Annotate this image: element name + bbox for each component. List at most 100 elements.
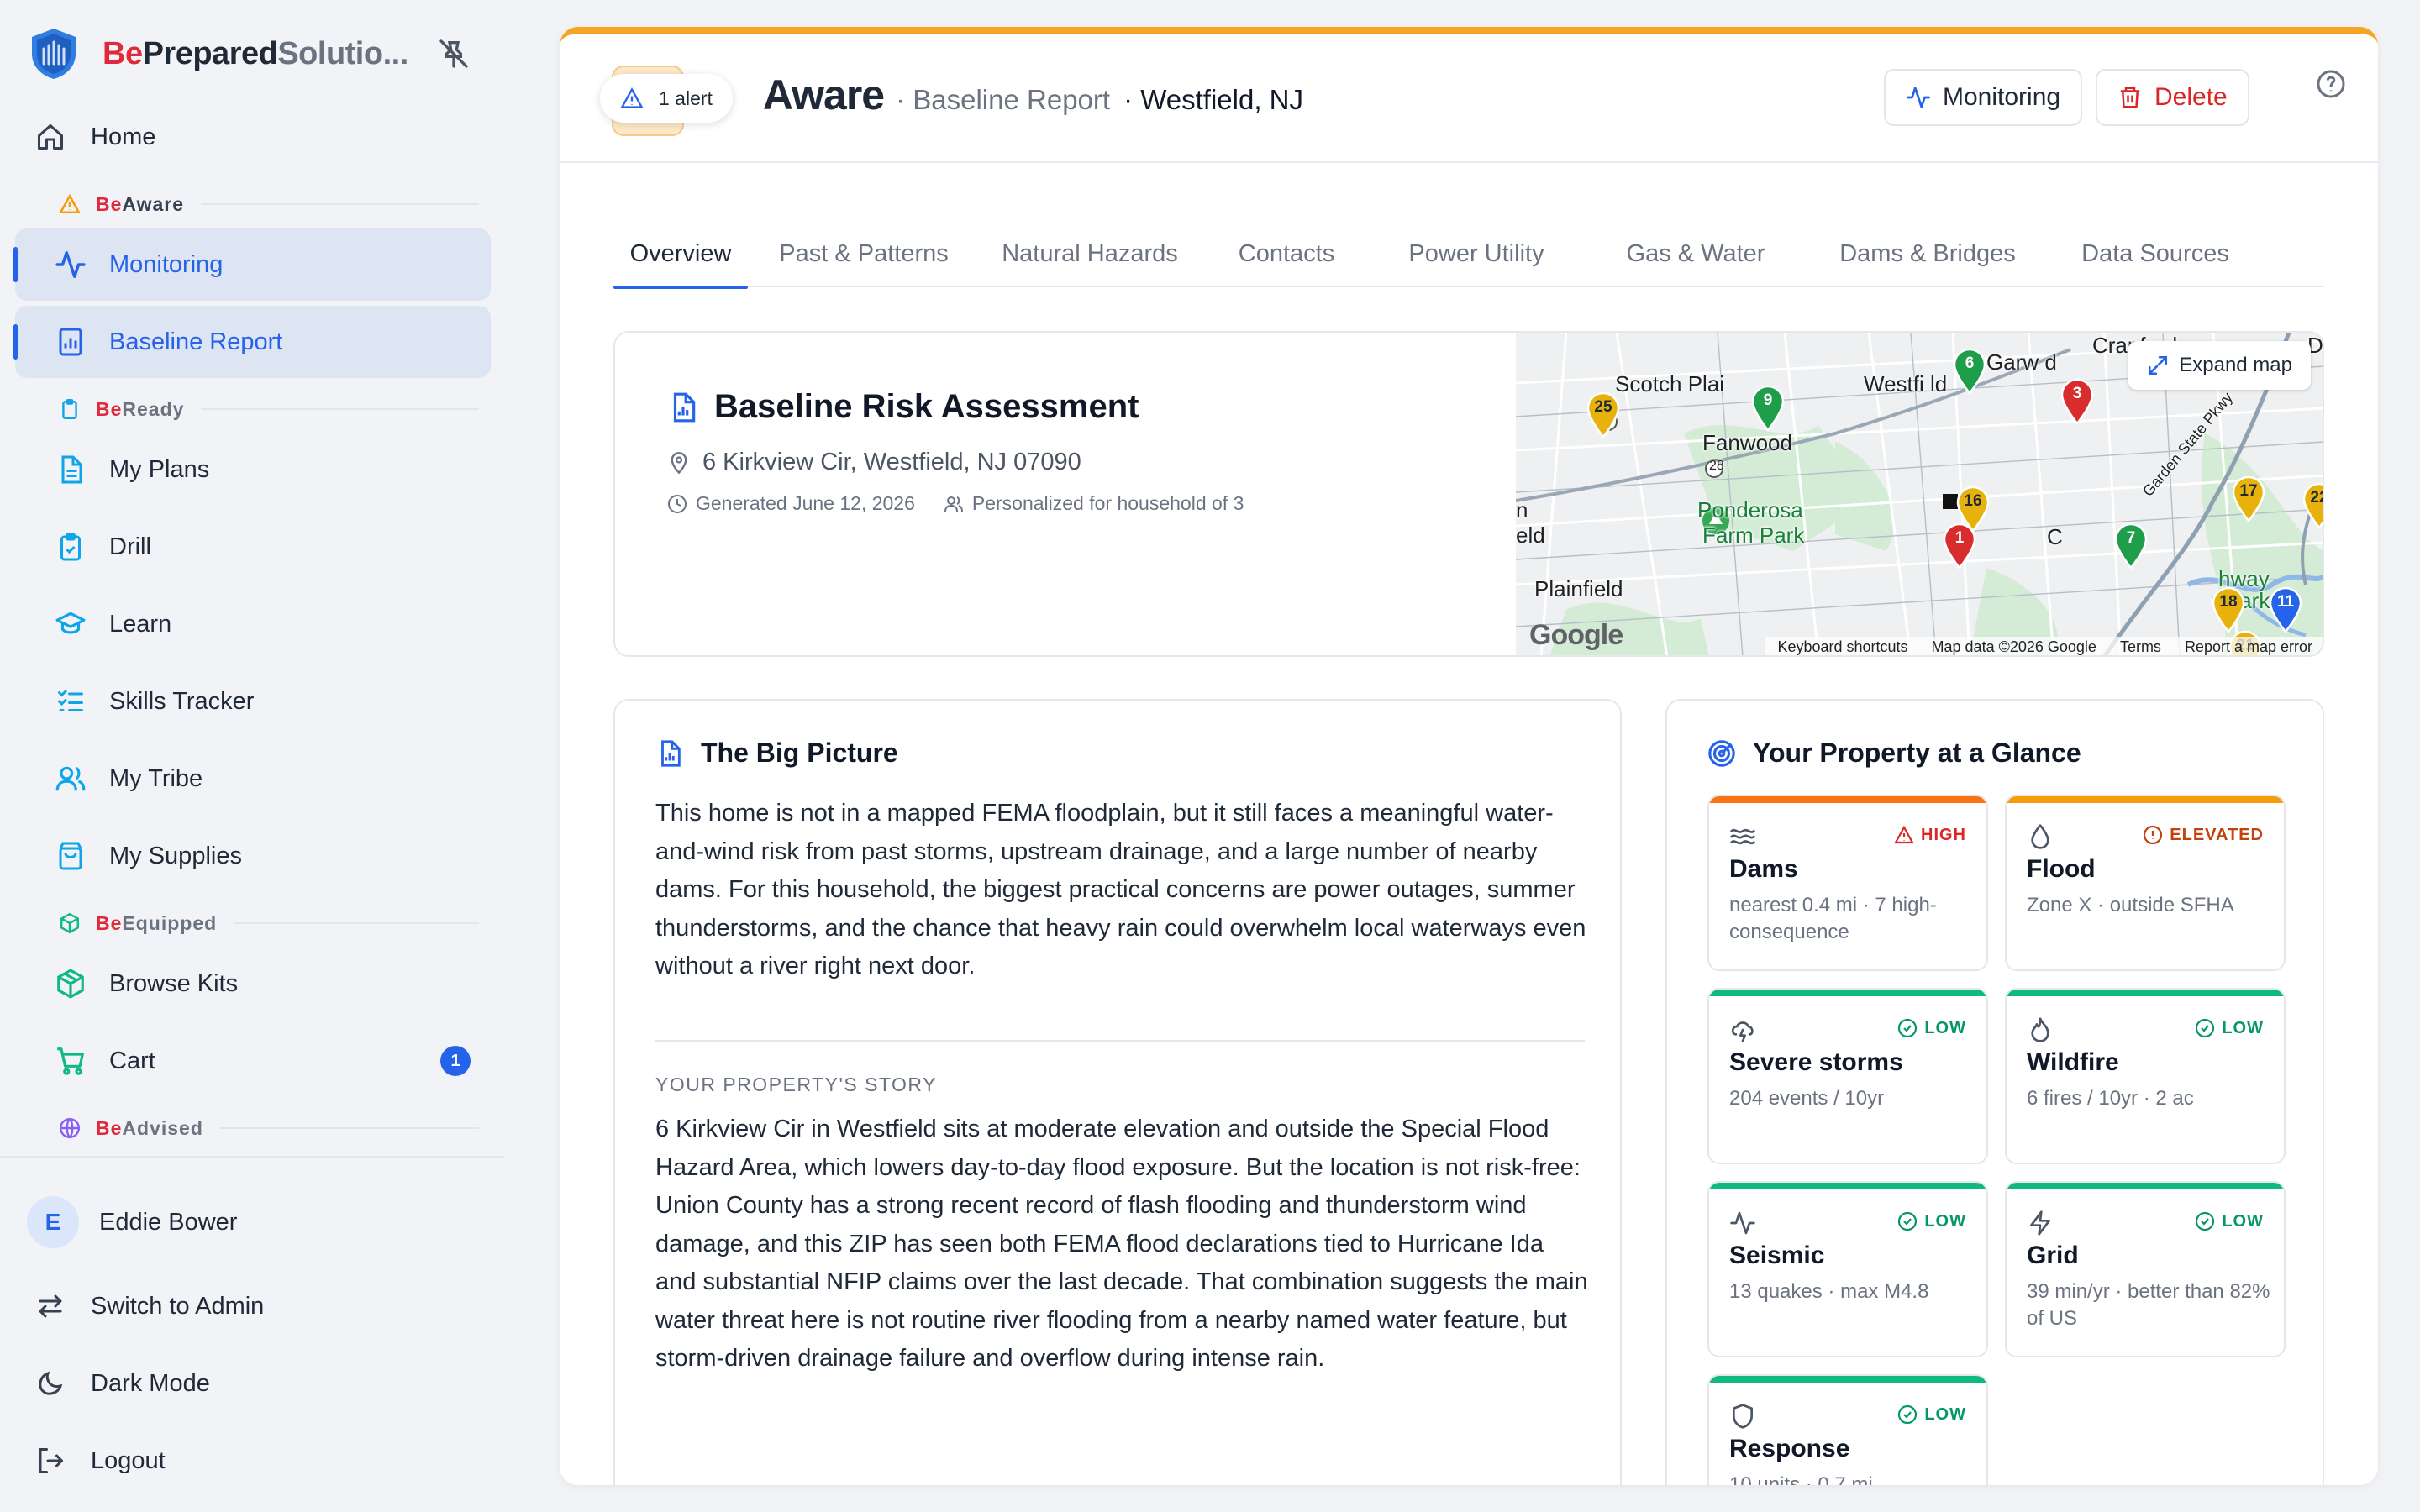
glance-title: Your Property at a Glance <box>1707 738 2081 769</box>
map-marker[interactable]: 17 <box>2230 475 2267 522</box>
clipboard-icon <box>62 398 77 420</box>
tab-past-patterns[interactable]: Past & Patterns <box>768 220 960 287</box>
sidebar-item-monitoring[interactable]: Monitoring <box>13 228 491 301</box>
sidebar-item-label: Browse Kits <box>109 969 239 997</box>
keyboard-shortcuts-link[interactable]: Keyboard shortcuts <box>1765 638 1919 656</box>
risk-tile-response[interactable]: LOW Response 10 units · 0.7 mi <box>1707 1374 1988 1485</box>
logout-label: Logout <box>91 1446 166 1474</box>
sidebar-item-my-supplies[interactable]: My Supplies <box>15 820 491 892</box>
risk-level-badge: LOW <box>2195 1211 2264 1231</box>
warning-icon <box>620 87 644 108</box>
map-marker[interactable]: 3 <box>2059 378 2096 425</box>
risk-level-badge: LOW <box>1897 1211 1966 1231</box>
map-marker[interactable]: 7 <box>2112 522 2149 570</box>
delete-button[interactable]: Delete <box>2096 69 2249 126</box>
monitoring-button[interactable]: Monitoring <box>1884 69 2083 126</box>
switch-admin-button[interactable]: Switch to Admin <box>15 1270 491 1342</box>
document-icon <box>54 453 87 486</box>
map-marker[interactable]: 6 <box>1951 348 1988 395</box>
report-icon <box>661 739 681 767</box>
avatar: E <box>27 1196 79 1248</box>
tab-power-utility[interactable]: Power Utility <box>1373 220 1580 287</box>
expand-map-button[interactable]: Expand map <box>2128 341 2311 390</box>
sidebar-item-my-plans[interactable]: My Plans <box>15 433 491 506</box>
report-icon <box>54 325 87 359</box>
risk-level-bar <box>1709 1376 1986 1383</box>
user-profile[interactable]: E Eddie Bower <box>15 1186 491 1258</box>
clock-icon <box>668 494 687 513</box>
tab-dams-bridges[interactable]: Dams & Bridges <box>1813 220 2042 287</box>
users-icon <box>54 762 87 795</box>
brand[interactable]: BePreparedSolutio... <box>29 25 408 82</box>
map-marker[interactable]: 25 <box>1585 391 1622 438</box>
risk-level-badge: LOW <box>2195 1018 2264 1038</box>
map-marker[interactable]: 18 <box>2210 586 2247 633</box>
tab-overview[interactable]: Overview <box>613 220 748 289</box>
property-glance-card: Your Property at a Glance HIGH Dams neares… <box>1665 699 2324 1485</box>
help-icon[interactable] <box>2316 69 2346 99</box>
household-info: Personalized for household of 3 <box>971 492 1244 514</box>
check-circle-icon <box>1898 1404 1918 1425</box>
risk-level-bar <box>1709 1183 1986 1189</box>
risk-detail: 204 events / 10yr <box>1729 1087 1885 1110</box>
risk-level-text: LOW <box>1924 1018 1966 1037</box>
section-beequipped: Be Equipped <box>59 911 479 936</box>
risk-tile-seismic[interactable]: LOW Seismic 13 quakes · max M4.8 <box>1707 1181 1988 1357</box>
sidebar-item-label: Monitoring <box>109 250 224 278</box>
expand-icon <box>2149 355 2168 375</box>
risk-detail: 6 fires / 10yr · 2 ac <box>2027 1087 2194 1110</box>
map-label-n: n <box>1516 497 1528 522</box>
tab-natural-hazards[interactable]: Natural Hazards <box>985 220 1195 287</box>
map-attribution: Keyboard shortcuts Map data ©2026 Google… <box>1765 637 2323 656</box>
map-marker-label: 25 <box>1594 398 1612 416</box>
cart-icon <box>54 1044 87 1078</box>
big-picture-card: The Big Picture This home is not in a ma… <box>613 699 1622 1485</box>
risk-level-badge: ELEVATED <box>2143 825 2264 845</box>
sidebar-item-browse-kits[interactable]: Browse Kits <box>15 948 491 1020</box>
report-map-error-link[interactable]: Report a map error <box>2173 638 2323 656</box>
activity-icon <box>1907 87 1930 108</box>
shield-logo-icon <box>32 29 76 79</box>
map-label-ponderosa: Ponderosa <box>1697 497 1803 522</box>
sidebar-item-cart[interactable]: Cart 1 <box>15 1025 491 1097</box>
sidebar-item-baseline-report[interactable]: Baseline Report <box>13 306 491 378</box>
map-label-route-28: 28 <box>1709 459 1724 473</box>
tab-gas-water[interactable]: Gas & Water <box>1598 220 1793 287</box>
dark-mode-toggle[interactable]: Dark Mode <box>15 1347 491 1420</box>
risk-tile-grid[interactable]: LOW Grid 39 min/yr · better than 82% of US <box>2005 1181 2286 1357</box>
user-name: Eddie Bower <box>99 1208 238 1236</box>
unpin-icon[interactable] <box>437 37 471 71</box>
big-picture-text: This home is not in a mapped FEMA floodp… <box>655 800 1586 979</box>
sidebar-item-home[interactable]: Home <box>15 101 491 173</box>
map-marker[interactable]: 22 <box>2301 482 2323 529</box>
map-data-label: Map data ©2026 Google <box>1931 638 2096 655</box>
sidebar-divider <box>0 1156 504 1158</box>
sidebar-item-my-tribe[interactable]: My Tribe <box>15 743 491 815</box>
page-header: BeAware · Baseline Report · Westfield, N… <box>560 34 2378 163</box>
map-marker[interactable]: 1 <box>1941 522 1978 570</box>
risk-level-text: LOW <box>1924 1211 1966 1231</box>
breadcrumb-location: · Westfield, NJ <box>1123 84 1303 115</box>
risk-tile-dams[interactable]: HIGH Dams nearest 0.4 mi · 7 high-conseque… <box>1707 795 1988 971</box>
map-label-garwood: Garw d <box>1986 349 2057 375</box>
risk-tile-severe-storms[interactable]: LOW Severe storms 204 events / 10yr <box>1707 988 1988 1164</box>
map-marker[interactable]: 11 <box>2267 586 2304 633</box>
divider <box>655 1040 1585 1042</box>
alert-chip[interactable]: 1 alert <box>600 74 733 123</box>
map[interactable]: Scotch Plai Westfi ld Garw d Cranford D … <box>1516 333 2323 656</box>
warning-icon <box>1894 825 1914 844</box>
tab-data-sources[interactable]: Data Sources <box>2060 220 2250 287</box>
terms-link[interactable]: Terms <box>2108 638 2173 656</box>
map-marker[interactable]: 9 <box>1749 385 1786 432</box>
brand-name: BePreparedSolutio... <box>103 35 408 71</box>
sidebar-item-learn[interactable]: Learn <box>15 588 491 660</box>
tab-contacts[interactable]: Contacts <box>1218 220 1355 287</box>
report-icon <box>673 392 696 422</box>
logout-button[interactable]: Logout <box>15 1425 491 1497</box>
sidebar-item-skills-tracker[interactable]: Skills Tracker <box>15 665 491 738</box>
risk-level-badge: HIGH <box>1894 825 1966 845</box>
risk-tile-flood[interactable]: ELEVATED Flood Zone X · outside SFHA <box>2005 795 2286 971</box>
risk-tile-wildfire[interactable]: LOW Wildfire 6 fires / 10yr · 2 ac <box>2005 988 2286 1164</box>
sidebar-item-drill[interactable]: Drill <box>15 511 491 583</box>
map-marker-label: 3 <box>2072 385 2082 402</box>
